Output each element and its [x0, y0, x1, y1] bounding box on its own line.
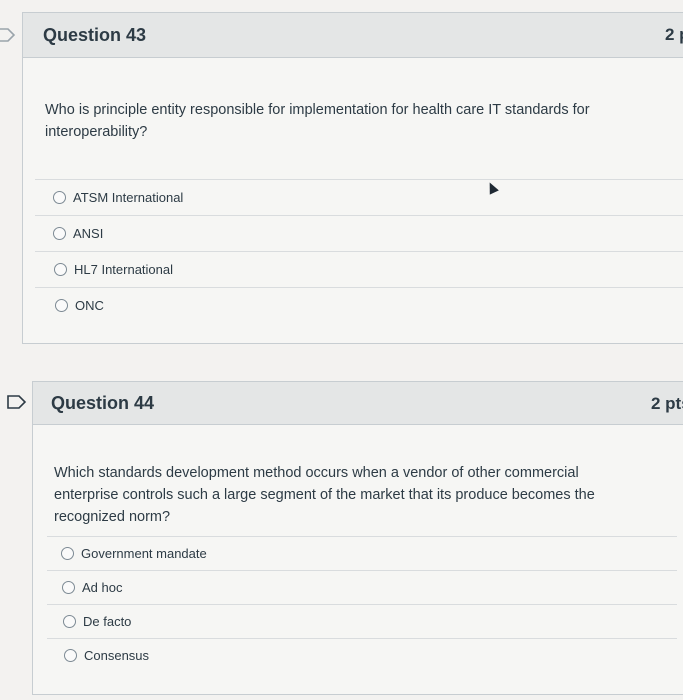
answer-option[interactable]: HL7 International — [35, 251, 683, 287]
question-44-answers: Government mandate Ad hoc De facto Conse… — [47, 536, 677, 672]
question-43-answers: ATSM International ANSI HL7 Internationa… — [35, 179, 683, 323]
answer-label: ANSI — [73, 226, 104, 241]
question-44-text: Which standards development method occur… — [54, 465, 595, 525]
answer-option[interactable]: ONC — [35, 287, 683, 323]
answer-label: De facto — [83, 614, 132, 629]
question-44-points: 2 pts — [651, 394, 683, 413]
answer-option[interactable]: Ad hoc — [47, 570, 677, 604]
answer-option[interactable]: Consensus — [47, 638, 677, 672]
answer-option[interactable]: ANSI — [35, 215, 683, 251]
radio-button[interactable] — [61, 547, 74, 560]
answer-label: ATSM International — [73, 190, 184, 205]
question-44-header: Question 44 2 pts — [33, 382, 683, 425]
question-44-title: Question 44 — [51, 393, 155, 413]
radio-button[interactable] — [64, 649, 77, 662]
answer-label: HL7 International — [74, 262, 174, 277]
radio-button[interactable] — [55, 299, 68, 312]
question-43-points: 2 p — [665, 25, 683, 44]
question-43-text: Who is principle entity responsible for … — [45, 102, 590, 140]
flag-icon[interactable] — [6, 394, 28, 410]
answer-option[interactable]: De facto — [47, 604, 677, 638]
question-43-header: Question 43 2 p — [23, 13, 683, 58]
radio-button[interactable] — [53, 227, 66, 240]
answer-option[interactable]: Government mandate — [47, 536, 677, 570]
question-43-title: Question 43 — [43, 25, 147, 45]
radio-button[interactable] — [63, 615, 76, 628]
answer-label: Consensus — [84, 648, 150, 663]
answer-label: ONC — [75, 298, 104, 313]
answer-label: Government mandate — [81, 546, 207, 561]
radio-button[interactable] — [62, 581, 75, 594]
question-44-card: Question 44 2 pts Which standards develo… — [32, 381, 683, 695]
answer-label: Ad hoc — [82, 580, 123, 595]
radio-button[interactable] — [54, 263, 67, 276]
answer-option[interactable]: ATSM International — [35, 179, 683, 215]
flag-icon[interactable] — [0, 27, 16, 43]
radio-button[interactable] — [53, 191, 66, 204]
question-43-card: Question 43 2 p Who is principle entity … — [22, 12, 683, 344]
